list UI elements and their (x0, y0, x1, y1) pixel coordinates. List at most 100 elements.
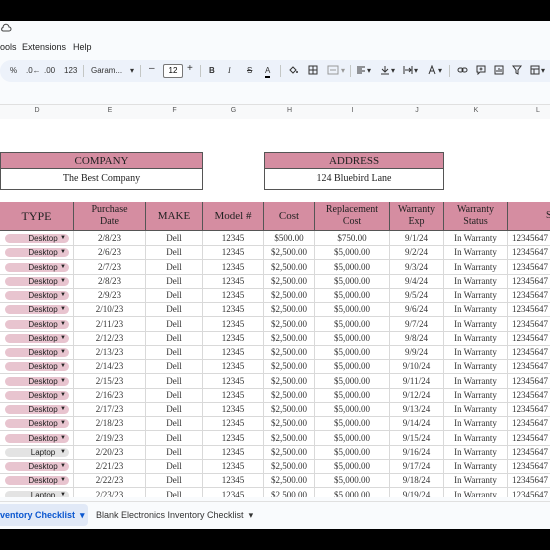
column-header-i[interactable]: I (315, 107, 390, 114)
cost-cell[interactable]: $2,500.00 (264, 317, 315, 332)
model-cell[interactable]: 12345 (203, 374, 264, 389)
model-cell[interactable]: 12345 (203, 302, 264, 317)
cost-cell[interactable]: $2,500.00 (264, 359, 315, 374)
warranty-status-cell[interactable]: In Warranty (444, 245, 508, 260)
purchase-date-cell[interactable]: 2/8/23 (74, 274, 146, 289)
replacement-cost-cell[interactable]: $5,000.00 (315, 374, 390, 389)
warranty-status-cell[interactable]: In Warranty (444, 402, 508, 417)
type-dropdown-chip[interactable]: Desktop ▼ (5, 419, 69, 428)
cost-cell[interactable]: $2,500.00 (264, 345, 315, 360)
purchase-date-cell[interactable]: 2/20/23 (74, 445, 146, 460)
replacement-cost-cell[interactable]: $5,000.00 (315, 488, 390, 497)
serial-cell[interactable]: 12345647 (508, 359, 550, 374)
serial-cell[interactable]: 12345647 (508, 331, 550, 346)
serial-cell[interactable]: 12345647 (508, 374, 550, 389)
warranty-exp-cell[interactable]: 9/15/24 (390, 431, 444, 446)
purchase-date-cell[interactable]: 2/6/23 (74, 245, 146, 260)
dropdown-arrow-icon[interactable]: ▼ (60, 377, 66, 386)
purchase-date-cell[interactable]: 2/14/23 (74, 359, 146, 374)
model-cell[interactable]: 12345 (203, 488, 264, 497)
type-dropdown-chip[interactable]: Desktop ▼ (5, 462, 69, 471)
fill-color-icon[interactable] (288, 65, 298, 75)
type-dropdown-chip[interactable]: Desktop ▼ (5, 405, 69, 414)
serial-cell[interactable]: 12345647 (508, 445, 550, 460)
purchase-date-cell[interactable]: 2/21/23 (74, 459, 146, 474)
model-cell[interactable]: 12345 (203, 402, 264, 417)
cost-cell[interactable]: $2,500.00 (264, 331, 315, 346)
type-cell[interactable]: Desktop ▼ (0, 473, 74, 488)
model-cell[interactable]: 12345 (203, 231, 264, 246)
replacement-cost-cell[interactable]: $5,000.00 (315, 459, 390, 474)
type-cell[interactable]: Desktop ▼ (0, 331, 74, 346)
purchase-date-cell[interactable]: 2/12/23 (74, 331, 146, 346)
warranty-status-cell[interactable]: In Warranty (444, 359, 508, 374)
serial-cell[interactable]: 12345647 (508, 345, 550, 360)
warranty-status-cell[interactable]: In Warranty (444, 302, 508, 317)
warranty-status-cell[interactable]: In Warranty (444, 374, 508, 389)
cost-cell[interactable]: $2,500.00 (264, 288, 315, 303)
cost-cell[interactable]: $2,500.00 (264, 459, 315, 474)
replacement-cost-cell[interactable]: $5,000.00 (315, 388, 390, 403)
model-cell[interactable]: 12345 (203, 431, 264, 446)
warranty-exp-cell[interactable]: 9/10/24 (390, 359, 444, 374)
serial-cell[interactable]: 12345647 (508, 231, 550, 246)
type-dropdown-chip[interactable]: Desktop ▼ (5, 434, 69, 443)
warranty-status-cell[interactable]: In Warranty (444, 459, 508, 474)
bold-button[interactable]: B (209, 66, 215, 76)
column-header-h[interactable]: H (264, 107, 315, 114)
serial-cell[interactable]: 12345647 (508, 473, 550, 488)
cost-cell[interactable]: $2,500.00 (264, 302, 315, 317)
serial-cell[interactable]: 12345647 (508, 402, 550, 417)
font-size-input[interactable]: 12 (163, 64, 183, 78)
warranty-status-cell[interactable]: In Warranty (444, 288, 508, 303)
column-header-g[interactable]: G (203, 107, 264, 114)
purchase-date-cell[interactable]: 2/9/23 (74, 288, 146, 303)
model-cell[interactable]: 12345 (203, 288, 264, 303)
make-cell[interactable]: Dell (146, 402, 203, 417)
dropdown-arrow-icon[interactable]: ▼ (60, 491, 66, 497)
warranty-exp-cell[interactable]: 9/19/24 (390, 488, 444, 497)
dropdown-arrow-icon[interactable]: ▼ (60, 434, 66, 443)
type-cell[interactable]: Desktop ▼ (0, 345, 74, 360)
dropdown-arrow-icon[interactable]: ▼ (60, 348, 66, 357)
chart-icon[interactable] (494, 65, 504, 75)
type-dropdown-chip[interactable]: Desktop ▼ (5, 391, 69, 400)
dropdown-arrow-icon[interactable]: ▼ (60, 277, 66, 286)
make-cell[interactable]: Dell (146, 231, 203, 246)
dropdown-arrow-icon[interactable]: ▼ (60, 476, 66, 485)
strikethrough-button[interactable]: S (247, 66, 252, 76)
replacement-cost-cell[interactable]: $5,000.00 (315, 359, 390, 374)
purchase-date-cell[interactable]: 2/8/23 (74, 231, 146, 246)
warranty-status-cell[interactable]: In Warranty (444, 331, 508, 346)
make-cell[interactable]: Dell (146, 245, 203, 260)
warranty-status-cell[interactable]: In Warranty (444, 317, 508, 332)
type-cell[interactable]: Desktop ▼ (0, 302, 74, 317)
dropdown-arrow-icon[interactable]: ▼ (60, 234, 66, 243)
font-family-select[interactable]: Garam... (91, 66, 122, 76)
type-cell[interactable]: Desktop ▼ (0, 317, 74, 332)
make-cell[interactable]: Dell (146, 445, 203, 460)
replacement-cost-cell[interactable]: $5,000.00 (315, 445, 390, 460)
warranty-status-cell[interactable]: In Warranty (444, 445, 508, 460)
warranty-status-cell[interactable]: In Warranty (444, 416, 508, 431)
purchase-date-cell[interactable]: 2/11/23 (74, 317, 146, 332)
address-value[interactable]: 124 Bluebird Lane (264, 168, 444, 190)
increase-decimal-button[interactable]: .00 (44, 66, 55, 76)
make-cell[interactable]: Dell (146, 374, 203, 389)
dropdown-arrow-icon[interactable]: ▼ (60, 320, 66, 329)
link-icon[interactable] (457, 65, 468, 75)
align-left-icon[interactable] (356, 65, 366, 75)
vertical-align-icon[interactable] (380, 65, 390, 75)
cost-cell[interactable]: $2,500.00 (264, 488, 315, 497)
serial-cell[interactable]: 12345647 (508, 459, 550, 474)
purchase-date-cell[interactable]: 2/7/23 (74, 260, 146, 275)
cost-cell[interactable]: $2,500.00 (264, 260, 315, 275)
column-header-j[interactable]: J (390, 107, 444, 114)
warranty-exp-cell[interactable]: 9/7/24 (390, 317, 444, 332)
model-cell[interactable]: 12345 (203, 388, 264, 403)
purchase-date-cell[interactable]: 2/23/23 (74, 488, 146, 497)
serial-cell[interactable]: 12345647 (508, 245, 550, 260)
warranty-exp-cell[interactable]: 9/14/24 (390, 416, 444, 431)
serial-cell[interactable]: 12345647 (508, 274, 550, 289)
dropdown-arrow-icon[interactable]: ▼ (60, 405, 66, 414)
